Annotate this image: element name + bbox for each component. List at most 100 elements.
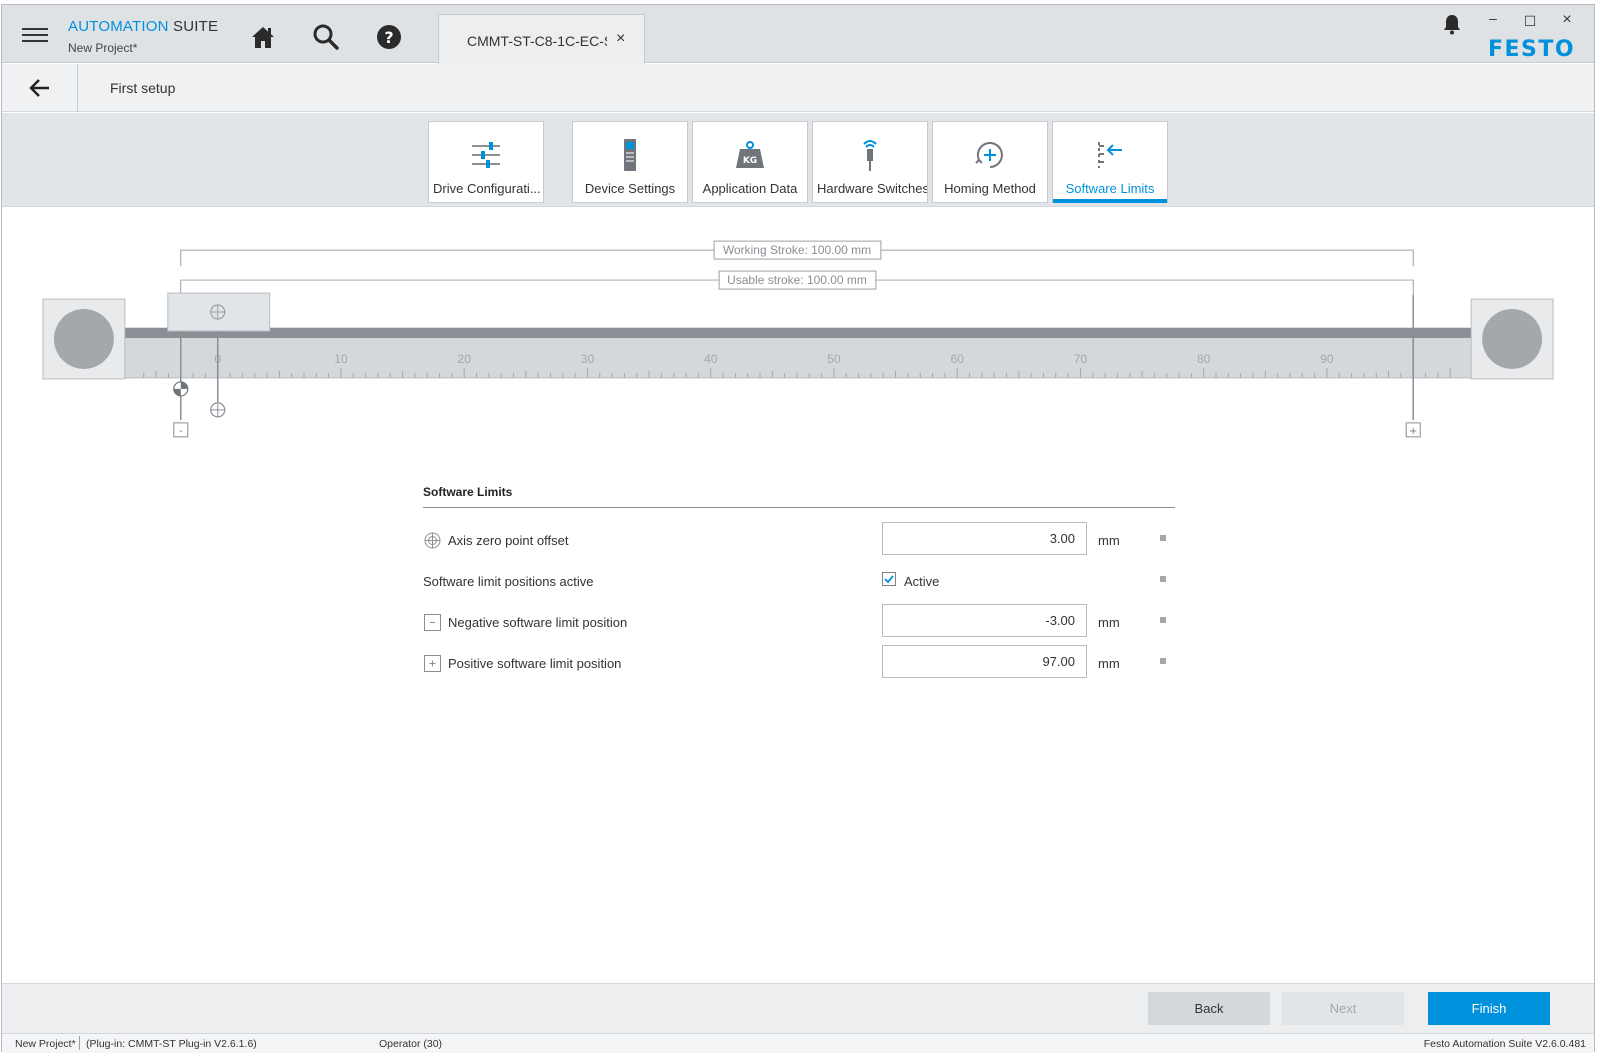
carriage-crosshair-icon <box>210 304 226 320</box>
reference-point-icon <box>173 381 189 397</box>
negative-limit-input[interactable] <box>882 604 1087 637</box>
page-title: First setup <box>110 80 176 96</box>
sliders-icon <box>472 142 500 168</box>
axis-zero-point-icon <box>210 402 226 418</box>
unit-label: mm <box>1098 615 1120 630</box>
status-indicator <box>1160 576 1166 582</box>
brand-suite: SUITE <box>173 18 219 35</box>
tab-label: Software Limits <box>1065 181 1155 196</box>
unit-label: mm <box>1098 656 1120 671</box>
software-limits-icon <box>1098 142 1122 168</box>
svg-text:KG: KG <box>743 156 757 166</box>
brand-automation: AUTOMATION <box>68 18 169 35</box>
wizard-step-bar: Drive Configurati... Device Settings KG … <box>2 113 1594 207</box>
positive-limit-sign: + <box>1409 426 1417 437</box>
finish-button[interactable]: Finish <box>1428 992 1550 1025</box>
usable-stroke-label: Usable stroke: 100.00 mm <box>727 273 867 287</box>
tab-label: Application Data <box>702 181 798 196</box>
title-bar: AUTOMATION SUITE New Project* ? CMMT-ST-… <box>2 5 1594 64</box>
search-icon[interactable] <box>311 22 341 52</box>
axis-zero-point-icon <box>424 532 441 549</box>
scale-label-40: 40 <box>704 352 718 366</box>
hamburger-menu-icon[interactable] <box>22 28 48 44</box>
negative-limit-label: Negative software limit position <box>448 615 628 630</box>
status-plugin: (Plug-in: CMMT-ST Plug-in V2.6.1.6) <box>86 1038 257 1050</box>
tab-device-settings[interactable]: Device Settings <box>572 121 688 203</box>
project-name: New Project* <box>68 41 138 55</box>
minimize-button[interactable]: – <box>1483 10 1503 26</box>
right-end-cap <box>1482 309 1543 369</box>
status-indicator <box>1160 617 1166 623</box>
homing-icon <box>975 142 1003 168</box>
tab-hardware-switches[interactable]: Hardware Switches <box>812 121 928 203</box>
back-arrow-icon <box>29 79 49 97</box>
sensor-icon <box>863 140 877 171</box>
tab-label: Hardware Switches <box>817 181 927 196</box>
app-brand: AUTOMATION SUITE <box>68 18 218 35</box>
status-role: Operator (30) <box>379 1038 443 1050</box>
tab-application-data[interactable]: KG Application Data <box>692 121 808 203</box>
scale-label-70: 70 <box>1074 352 1088 366</box>
maximize-button[interactable]: ☐ <box>1520 13 1540 30</box>
document-tab[interactable]: CMMT-ST-C8-1C-EC-S × <box>438 14 645 64</box>
app-window: AUTOMATION SUITE New Project* ? CMMT-ST-… <box>1 4 1595 1053</box>
left-end-cap <box>53 309 114 369</box>
positive-limit-marker: + <box>1405 422 1421 438</box>
status-separator <box>79 1036 80 1050</box>
row-software-limits-active: Software limit positions active Active <box>423 561 1175 602</box>
status-bar: New Project* (Plug-in: CMMT-ST Plug-in V… <box>2 1033 1594 1053</box>
tab-label: Device Settings <box>584 181 676 196</box>
tab-software-limits[interactable]: Software Limits <box>1052 121 1168 203</box>
status-indicator <box>1160 535 1166 541</box>
document-tab-label: CMMT-ST-C8-1C-EC-S <box>467 33 607 49</box>
row-positive-limit: Positive software limit position mm <box>423 643 1175 684</box>
festo-logo: FESTO <box>1488 37 1576 62</box>
software-limits-active-label: Software limit positions active <box>423 574 594 589</box>
working-stroke-label: Working Stroke: 100.00 mm <box>723 243 871 257</box>
tab-homing-method[interactable]: Homing Method <box>932 121 1048 203</box>
scale-label-60: 60 <box>951 352 965 366</box>
negative-limit-marker: - <box>173 422 189 438</box>
breadcrumb-bar: First setup <box>2 64 1594 112</box>
back-button[interactable]: Back <box>1148 992 1270 1025</box>
back-arrow-button[interactable] <box>2 64 78 112</box>
software-limits-form: Software Limits Axis zero point offset m… <box>423 485 1175 684</box>
close-tab-icon[interactable]: × <box>616 30 625 48</box>
status-project: New Project* <box>15 1038 76 1050</box>
tab-label: Homing Method <box>944 181 1036 196</box>
positive-limit-icon <box>424 655 441 672</box>
positive-limit-input[interactable] <box>882 645 1087 678</box>
scale-label-80: 80 <box>1197 352 1211 366</box>
positive-limit-label: Positive software limit position <box>448 656 622 671</box>
section-title: Software Limits <box>423 485 1175 508</box>
scale-label-10: 10 <box>334 352 348 366</box>
axis-zero-offset-input[interactable] <box>882 522 1087 555</box>
tab-drive-configuration[interactable]: Drive Configurati... <box>428 121 544 203</box>
wizard-footer: Back Next Finish <box>2 983 1594 1033</box>
axis-diagram: Working Stroke: 100.00 mm Usable stroke:… <box>42 240 1554 438</box>
active-checkbox-label: Active <box>904 574 940 589</box>
device-icon <box>624 139 636 171</box>
scale-label-30: 30 <box>581 352 595 366</box>
bell-icon[interactable] <box>1442 13 1462 35</box>
tab-label: Drive Configurati... <box>433 181 541 196</box>
row-negative-limit: Negative software limit position mm <box>423 602 1175 643</box>
unit-label: mm <box>1098 533 1120 548</box>
help-icon[interactable]: ? <box>374 22 404 52</box>
negative-limit-sign: - <box>179 426 183 437</box>
svg-text:?: ? <box>384 28 393 47</box>
close-window-button[interactable]: × <box>1557 11 1577 29</box>
weight-kg-icon: KG <box>736 141 764 168</box>
home-icon[interactable] <box>248 22 278 52</box>
checkmark-icon <box>884 575 894 584</box>
scale-label-90: 90 <box>1320 352 1334 366</box>
negative-limit-icon <box>424 614 441 631</box>
status-version: Festo Automation Suite V2.6.0.481 <box>1423 1038 1586 1050</box>
next-button[interactable]: Next <box>1282 992 1404 1025</box>
scale-label-50: 50 <box>827 352 841 366</box>
axis-guide <box>123 328 1473 338</box>
status-indicator <box>1160 658 1166 664</box>
software-limits-active-checkbox[interactable] <box>882 572 896 586</box>
axis-zero-offset-label: Axis zero point offset <box>448 533 569 548</box>
scale-label-20: 20 <box>458 352 472 366</box>
